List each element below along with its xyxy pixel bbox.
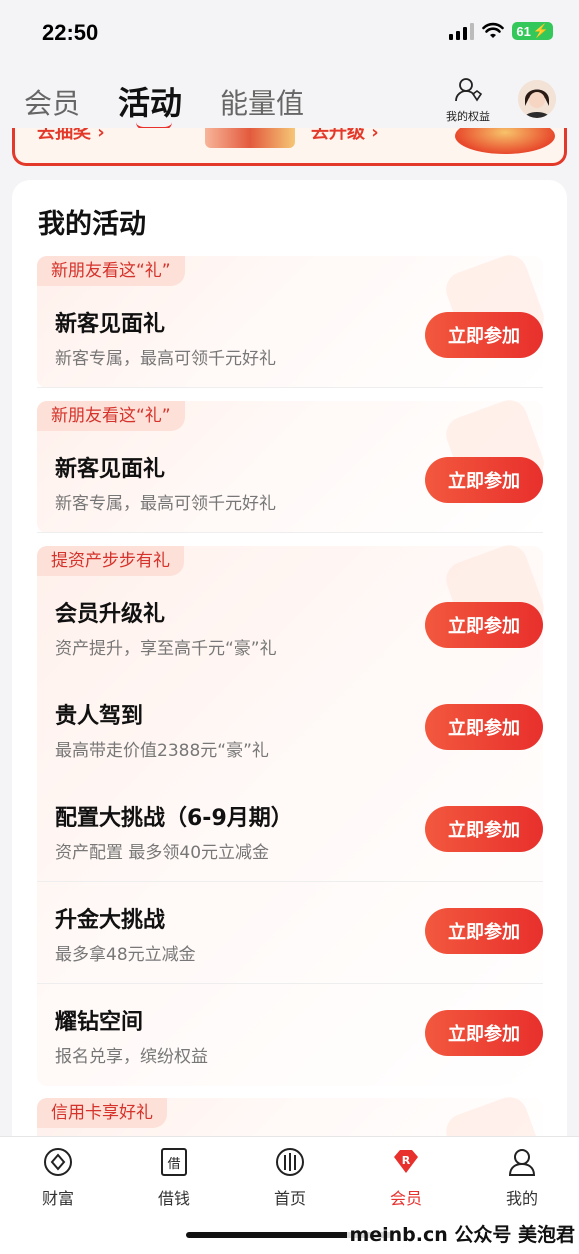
status-icons: 61 ⚡ — [449, 22, 553, 40]
promo-banner[interactable]: 去抽奖 › 去升级 › — [12, 128, 567, 166]
nav-label: 借钱 — [157, 1189, 190, 1208]
nav-wealth[interactable]: 财富 — [18, 1145, 98, 1209]
join-button[interactable]: 立即参加 — [425, 908, 543, 954]
my-benefits-button[interactable]: 我的权益 — [440, 76, 496, 124]
group-tag: 新朋友看这“礼” — [37, 256, 185, 286]
group-tag: 新朋友看这“礼” — [37, 401, 185, 431]
group-tag: 信用卡享好礼 — [37, 1098, 167, 1128]
avatar-image — [518, 80, 556, 118]
status-time: 22:50 — [42, 20, 99, 45]
divider — [37, 532, 543, 533]
top-nav: 会员 活动 能量值 我的权益 — [0, 70, 579, 130]
avatar[interactable] — [518, 80, 556, 118]
item-description: 资产配置 最多领40元立减金 — [55, 843, 270, 863]
nav-profile[interactable]: 我的 — [482, 1145, 562, 1209]
list-item: 配置大挑战（6-9月期） 资产配置 最多领40元立减金 立即参加 — [37, 780, 543, 882]
item-title: 新客见面礼 — [55, 457, 166, 482]
item-description: 最多拿48元立减金 — [55, 945, 196, 965]
member-icon: R — [394, 1150, 418, 1173]
item-description: 新客专属，最高可领千元好礼 — [55, 349, 276, 369]
list-item: 升金大挑战 最多拿48元立减金 立即参加 — [37, 882, 543, 984]
borrow-icon: 借 — [161, 1148, 187, 1176]
join-button[interactable]: 立即参加 — [425, 312, 543, 358]
item-description: 最高带走价值2388元“豪”礼 — [55, 741, 269, 761]
nav-label: 我的 — [505, 1189, 538, 1208]
nav-member[interactable]: R 会员 — [366, 1145, 446, 1209]
svg-text:借: 借 — [167, 1157, 180, 1172]
home-icon — [276, 1148, 304, 1176]
nav-label: 首页 — [273, 1189, 306, 1208]
watermark-text: meinb.cn 公众号 美泡君 — [347, 1220, 577, 1247]
nav-label: 财富 — [41, 1189, 74, 1208]
item-title: 配置大挑战（6-9月期） — [55, 806, 293, 831]
group-tag: 提资产步步有礼 — [37, 546, 184, 576]
item-description: 资产提升，享至高千元“豪”礼 — [55, 639, 277, 659]
nav-label: 会员 — [389, 1189, 422, 1208]
profile-icon — [508, 1149, 536, 1176]
divider — [37, 387, 543, 388]
tab-activity[interactable]: 活动 — [118, 78, 182, 124]
list-item: 新客见面礼 新客专属，最高可领千元好礼 立即参加 — [37, 286, 543, 388]
item-title: 耀钻空间 — [55, 1010, 144, 1035]
join-button[interactable]: 立即参加 — [425, 704, 543, 750]
wifi-icon — [482, 22, 505, 38]
list-item: 耀钻空间 报名兑享，缤纷权益 立即参加 — [37, 984, 543, 1086]
nav-home[interactable]: 首页 — [250, 1145, 330, 1209]
wealth-icon — [44, 1148, 72, 1176]
list-item: 新客见面礼 新客专属，最高可领千元好礼 立即参加 — [37, 431, 543, 533]
join-button[interactable]: 立即参加 — [425, 1010, 543, 1056]
battery-icon: 61 ⚡ — [512, 22, 553, 40]
join-button[interactable]: 立即参加 — [425, 457, 543, 503]
my-benefits-label: 我的权益 — [446, 110, 490, 123]
banner-upgrade-link[interactable]: 去升级 › — [311, 128, 379, 144]
nav-borrow[interactable]: 借 借钱 — [134, 1145, 214, 1209]
status-bar: 22:50 61 ⚡ — [0, 0, 579, 70]
item-title: 新客见面礼 — [55, 312, 166, 337]
list-item: 贵人驾到 最高带走价值2388元“豪”礼 立即参加 — [37, 678, 543, 780]
banner-lottery-link[interactable]: 去抽奖 › — [37, 128, 105, 144]
benefits-icon — [455, 78, 483, 102]
item-description: 新客专属，最高可领千元好礼 — [55, 494, 276, 514]
tab-member[interactable]: 会员 — [24, 82, 80, 122]
gift-image — [205, 128, 295, 148]
list-item: 会员升级礼 资产提升，享至高千元“豪”礼 立即参加 — [37, 576, 543, 678]
tab-energy[interactable]: 能量值 — [220, 82, 304, 122]
item-title: 贵人驾到 — [55, 704, 144, 729]
card-title: 我的活动 — [38, 209, 146, 240]
item-title: 会员升级礼 — [55, 602, 166, 627]
item-title: 升金大挑战 — [55, 908, 166, 933]
gift-box-image — [455, 128, 555, 154]
my-activities-card: 我的活动 新朋友看这“礼” 新客见面礼 新客专属，最高可领千元好礼 立即参加 新… — [12, 180, 567, 1160]
item-description: 报名兑享，缤纷权益 — [55, 1047, 208, 1067]
activity-group: 新朋友看这“礼” 新客见面礼 新客专属，最高可领千元好礼 立即参加 — [37, 250, 549, 388]
join-button[interactable]: 立即参加 — [425, 806, 543, 852]
activity-group: 新朋友看这“礼” 新客见面礼 新客专属，最高可领千元好礼 立即参加 — [37, 395, 549, 533]
signal-icon — [449, 22, 475, 40]
svg-text:R: R — [402, 1154, 411, 1167]
activity-group: 提资产步步有礼 会员升级礼 资产提升，享至高千元“豪”礼 立即参加 贵人驾到 最… — [37, 540, 549, 1086]
join-button[interactable]: 立即参加 — [425, 602, 543, 648]
battery-level: 61 — [516, 23, 531, 39]
